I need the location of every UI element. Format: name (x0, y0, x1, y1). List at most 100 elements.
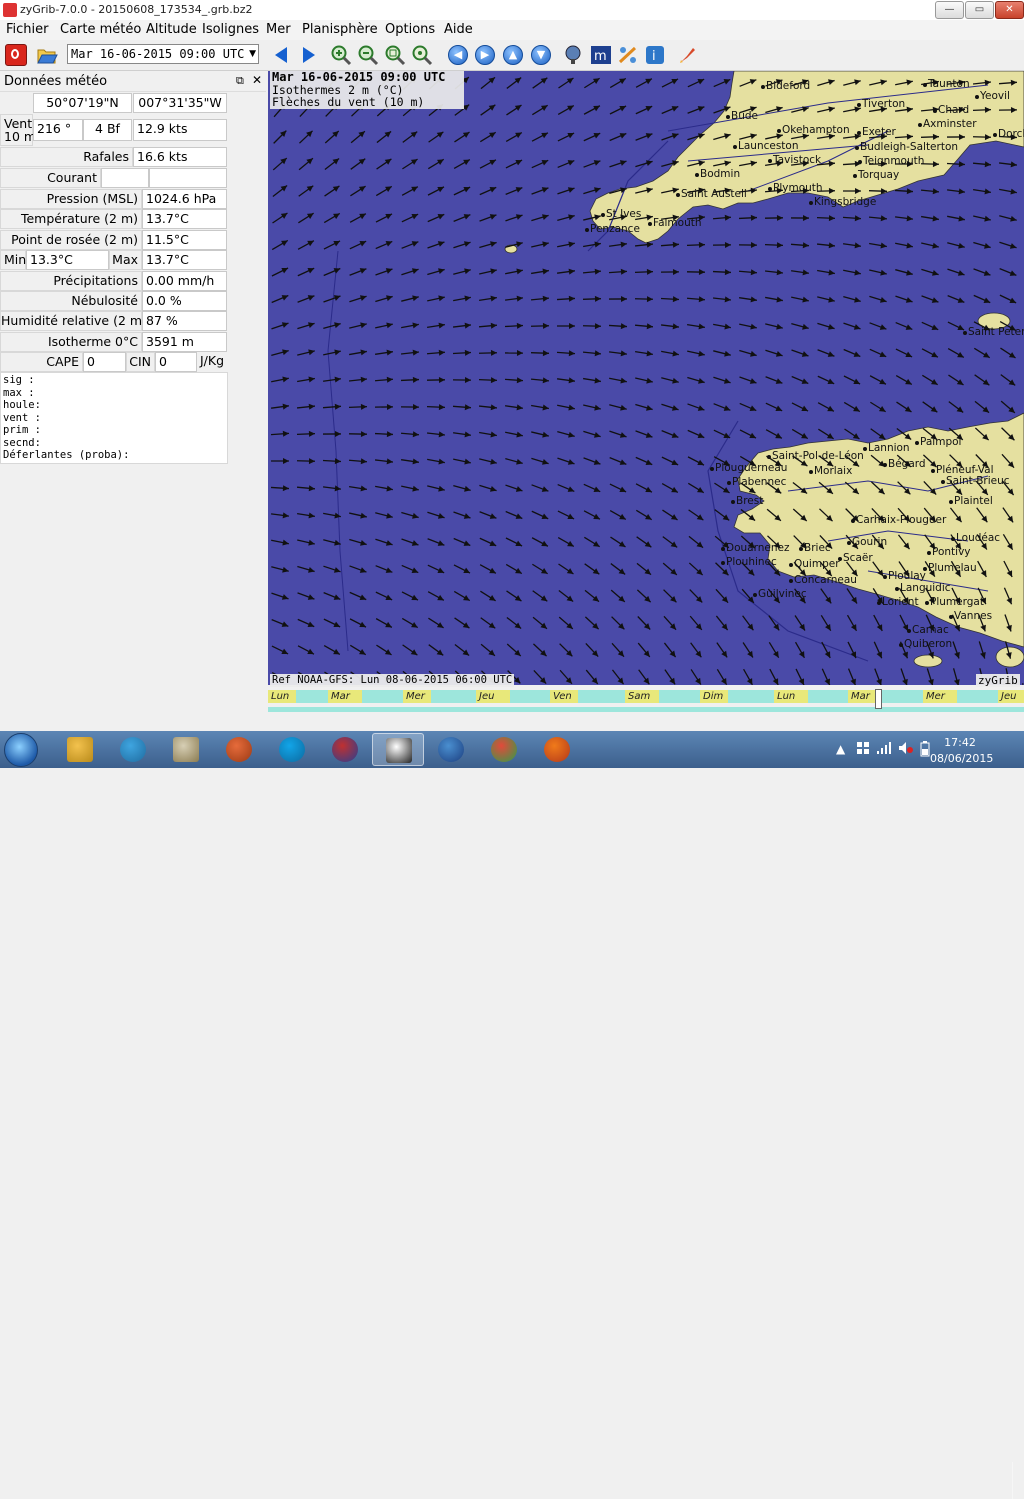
timeline-day-label: Sam (625, 690, 659, 703)
raw-data-box: sig : max : houle: vent : prim : secnd: … (0, 372, 228, 464)
measure-tool-icon[interactable] (617, 44, 639, 66)
map-info-layer-2: Flèches du vent (10 m) (272, 96, 464, 109)
place-label: Dorch (998, 128, 1024, 140)
current-label: Courant (0, 168, 101, 188)
meteotable-icon[interactable]: m (590, 44, 612, 66)
menu-carte-meteo[interactable]: Carte météo (60, 22, 141, 37)
humidity-value: 87 % (142, 311, 227, 331)
place-dot (918, 123, 922, 127)
place-dot (727, 481, 731, 485)
taskbar-zygrib-button[interactable] (372, 733, 424, 766)
place-dot (799, 547, 803, 551)
volume-muted-icon[interactable] (898, 741, 914, 755)
taskbar-skype-button[interactable] (266, 733, 318, 766)
tray-arrow-icon[interactable]: ▲ (836, 742, 845, 756)
latitude-value: 50°07'19"N (33, 93, 132, 113)
place-label: Paimpol (920, 436, 961, 448)
taskbar (0, 731, 1024, 768)
place-label: Yeovil (979, 90, 1010, 102)
timeline-slider[interactable]: LunMarMerJeuVenSamDimLunMarMerJeu (268, 687, 1024, 715)
place-label: Morlaix (814, 465, 852, 477)
timeline-handle[interactable] (875, 689, 882, 709)
place-dot (753, 593, 757, 597)
rocket-icon[interactable] (677, 44, 699, 66)
clock-date[interactable]: 08/06/2015 (930, 752, 990, 765)
show-desktop-button[interactable] (1012, 1462, 1024, 1499)
wind-direction-value: 216 ° (33, 119, 83, 141)
next-date-icon[interactable] (303, 47, 315, 63)
place-dot (853, 174, 857, 178)
place-label: Carhaix-Plouguer (856, 514, 947, 526)
network-icon[interactable] (876, 741, 892, 755)
cloud-cover-value: 0.0 % (142, 291, 227, 311)
station-icon[interactable] (562, 44, 584, 66)
timeline-day-label: Mer (403, 690, 431, 703)
minimize-button[interactable]: — (935, 1, 964, 19)
taskbar-chrome-button[interactable] (478, 733, 530, 766)
open-folder-icon[interactable] (36, 44, 58, 66)
zoom-all-icon[interactable] (411, 44, 433, 66)
weather-data-panel: Données météo ⧉ ✕ 50°07'19"N 007°31'35"W… (0, 71, 266, 731)
chevron-down-icon: ▼ (249, 45, 256, 63)
place-dot (726, 115, 730, 119)
zoom-selection-icon[interactable] (384, 44, 406, 66)
close-window-button[interactable]: ✕ (995, 1, 1024, 19)
taskbar-pen-tool-button[interactable] (160, 733, 212, 766)
taskbar-thunderbird-button[interactable] (425, 733, 477, 766)
place-label: Saint-Pol-de-Léon (772, 450, 864, 462)
pan-up-icon[interactable]: ▲ (503, 45, 523, 65)
battery-icon[interactable] (920, 741, 930, 757)
taskbar-explorer-button[interactable] (54, 733, 106, 766)
toolbar: Mar 16-06-2015 09:00 UTC ▼ ◀ ▶ ▲ ▼ m i (0, 40, 1024, 71)
weather-map[interactable]: BidefordTauntonTivertonYeovilChardAxmins… (268, 71, 1024, 685)
zoom-in-icon[interactable] (330, 44, 352, 66)
raw-line-vent: vent : (3, 412, 227, 425)
menu-aide[interactable]: Aide (444, 22, 473, 37)
timeline-day-label: Mer (923, 690, 957, 703)
pan-down-icon[interactable]: ▼ (531, 45, 551, 65)
place-label: Guilvinec (758, 588, 807, 600)
pan-right-icon[interactable]: ▶ (475, 45, 495, 65)
date-select[interactable]: Mar 16-06-2015 09:00 UTC ▼ (67, 44, 259, 64)
app-icon (3, 3, 17, 17)
place-dot (648, 222, 652, 226)
info-panel-icon[interactable]: i (644, 44, 666, 66)
taskbar-browser-globe-button[interactable] (107, 733, 159, 766)
menu-planisphere[interactable]: Planisphère (302, 22, 378, 37)
place-dot (768, 159, 772, 163)
menu-mer[interactable]: Mer (266, 22, 291, 37)
isotherm-label: Isotherme 0°C (0, 332, 142, 352)
maximize-button[interactable]: ▭ (965, 1, 994, 19)
window-title: zyGrib-7.0.0 - 20150608_173534_.grb.bz2 (20, 3, 253, 16)
place-label: Carnac (912, 624, 949, 636)
zoom-out-icon[interactable] (357, 44, 379, 66)
max-value: 13.7°C (142, 250, 227, 270)
timeline-day-label: Lun (268, 690, 296, 703)
dew-point-label: Point de rosée (2 m) (0, 230, 142, 250)
browser-globe-icon (120, 737, 146, 762)
menu-isolignes[interactable]: Isolignes (202, 22, 259, 37)
place-label: Lannion (868, 442, 910, 454)
close-panel-icon[interactable]: ✕ (252, 73, 262, 87)
clock-time[interactable]: 17:42 (930, 736, 990, 749)
place-label: Exeter (862, 126, 897, 138)
menu-fichier[interactable]: Fichier (6, 22, 49, 37)
place-label: Plymouth (773, 182, 823, 194)
start-button[interactable] (4, 733, 38, 767)
menu-altitude[interactable]: Altitude (146, 22, 197, 37)
taskbar-network-tool-button[interactable] (319, 733, 371, 766)
min-label: Min (0, 250, 26, 270)
place-dot (721, 561, 725, 565)
place-dot (877, 601, 881, 605)
previous-date-icon[interactable] (275, 47, 287, 63)
place-dot (676, 193, 680, 197)
place-dot (855, 146, 859, 150)
float-panel-icon[interactable]: ⧉ (236, 74, 244, 88)
action-center-icon[interactable] (856, 741, 870, 755)
taskbar-paint-button[interactable] (213, 733, 265, 766)
menu-options[interactable]: Options (385, 22, 435, 37)
place-dot (585, 228, 589, 232)
pan-left-icon[interactable]: ◀ (448, 45, 468, 65)
taskbar-firefox-button[interactable] (531, 733, 583, 766)
exit-icon[interactable] (5, 44, 27, 66)
